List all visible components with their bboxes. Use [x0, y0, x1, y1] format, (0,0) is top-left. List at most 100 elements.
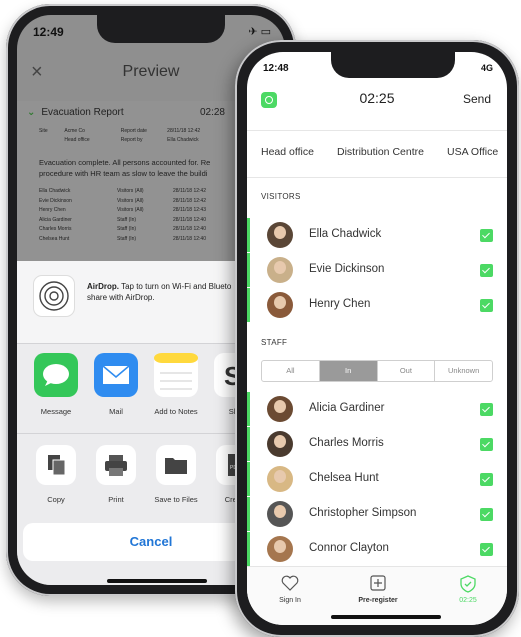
entry-type: Staff (In) [117, 235, 137, 242]
staff-row[interactable]: Connor Clayton [247, 532, 507, 566]
avatar [267, 222, 293, 248]
report-title-row: ⌄ Evacuation Report [27, 107, 124, 118]
entry-name: Chelsea Hunt [39, 235, 70, 242]
entry-name: Evie Dickinson [39, 197, 72, 204]
visitor-row[interactable]: Evie Dickinson [247, 253, 507, 287]
staff-row[interactable]: Chelsea Hunt [247, 462, 507, 496]
back-notch [97, 15, 225, 43]
staff-filter: All In Out Unknown [261, 360, 493, 382]
front-phone-screen: 12:48 4G 02:25 Send Head office Distribu… [247, 52, 507, 625]
home-indicator [331, 615, 441, 619]
filter-unknown[interactable]: Unknown [435, 361, 492, 381]
entry-time: 28/11/18 12:43 [173, 207, 206, 213]
staff-name: Charles Morris [309, 437, 384, 449]
meta-site-value: Acme Co [64, 128, 85, 134]
visitor-row[interactable]: Henry Chen [247, 288, 507, 322]
front-notch [331, 52, 455, 78]
staff-heading: STAFF [261, 338, 288, 347]
checkbox-icon[interactable] [480, 543, 493, 556]
message-icon [34, 353, 78, 397]
action-label: Copy [47, 495, 65, 504]
visitor-name: Henry Chen [309, 298, 371, 310]
entry-type: Staff (In) [117, 226, 137, 232]
entry-name: Henry Chen [39, 207, 66, 213]
share-app-notes[interactable]: Add to Notes [147, 353, 205, 416]
entry-time: 28/11/18 12:42 [173, 197, 206, 204]
staff-name: Chelsea Hunt [309, 472, 379, 484]
avatar [267, 431, 293, 457]
report-entry: Alicia Gardiner Staff (In) 28/11/18 12:40 [39, 216, 206, 226]
share-app-message[interactable]: Message [27, 353, 85, 416]
entry-name: Charles Morris [39, 226, 72, 232]
filter-all[interactable]: All [262, 361, 320, 381]
filter-in[interactable]: In [319, 361, 378, 381]
tab-head-office[interactable]: Head office [261, 146, 314, 158]
row-accent [247, 218, 250, 252]
nav-sign-in[interactable]: Sign In [255, 575, 325, 604]
airdrop-title: AirDrop. [87, 282, 119, 291]
meta-office: Head office [64, 137, 90, 143]
report-entry: Ella Chadwick Visitors (All) 28/11/18 12:4… [39, 187, 206, 197]
action-save-files[interactable]: Save to Files [147, 445, 205, 504]
staff-row[interactable]: Christopher Simpson [247, 497, 507, 531]
airdrop-desc: Tap to turn on Wi-Fi and Blueto [121, 282, 232, 291]
staff-row[interactable]: Charles Morris [247, 427, 507, 461]
meta-by-value: Ella Chadwick [167, 137, 199, 143]
nav-label: 02:25 [459, 597, 477, 604]
visitor-row[interactable]: Ella Chadwick [247, 218, 507, 252]
front-phone: 12:48 4G 02:25 Send Head office Distribu… [235, 40, 519, 637]
top-bar: 02:25 Send [247, 86, 507, 122]
checkbox-icon[interactable] [480, 299, 493, 312]
action-copy[interactable]: Copy [27, 445, 85, 504]
report-entry: Chelsea Hunt Staff (In) 28/11/18 12:40 [39, 235, 206, 245]
filter-out[interactable]: Out [378, 361, 436, 381]
airdrop-icon [33, 275, 75, 317]
report-time: 02:28 [199, 107, 225, 118]
row-accent [247, 497, 250, 531]
report-title: Evacuation Report [41, 107, 124, 118]
nav-timer[interactable]: 02:25 [433, 575, 503, 604]
nav-pre-register[interactable]: Pre-register [343, 575, 413, 604]
visitor-name: Ella Chadwick [309, 228, 382, 240]
checkbox-icon[interactable] [480, 264, 493, 277]
tab-distribution-centre[interactable]: Distribution Centre [337, 146, 424, 158]
shield-icon [433, 575, 503, 595]
share-app-label: Add to Notes [154, 407, 198, 416]
action-print[interactable]: Print [87, 445, 145, 504]
share-app-mail[interactable]: Mail [87, 353, 145, 416]
row-accent [247, 462, 250, 496]
report-entry: Charles Morris Staff (In) 28/11/18 12:40 [39, 225, 206, 235]
staff-name: Alicia Gardiner [309, 402, 385, 414]
entry-time: 28/11/18 12:40 [173, 235, 206, 242]
share-app-label: Message [40, 407, 72, 416]
chevron-down-icon: ⌄ [27, 107, 36, 118]
checkbox-icon[interactable] [480, 473, 493, 486]
airdrop-desc2: share with AirDrop. [87, 293, 155, 302]
meta-site-label: Site [39, 128, 48, 134]
avatar [267, 396, 293, 422]
entry-type: Visitors (All) [117, 207, 144, 213]
checkbox-icon[interactable] [480, 403, 493, 416]
nav-label: Pre-register [358, 597, 398, 604]
entry-name: Ella Chadwick [39, 188, 71, 194]
avatar [267, 466, 293, 492]
row-accent [247, 253, 250, 287]
entry-type: Visitors (All) [117, 197, 144, 204]
checkbox-icon[interactable] [480, 229, 493, 242]
heart-icon [255, 575, 325, 595]
status-icons: ✈ ▭ [248, 26, 271, 38]
report-entry: Henry Chen Visitors (All) 28/11/18 12:43 [39, 206, 206, 216]
avatar [267, 501, 293, 527]
send-button[interactable]: Send [463, 92, 491, 106]
staff-row[interactable]: Alicia Gardiner [247, 392, 507, 426]
tab-usa-office[interactable]: USA Office [447, 146, 498, 158]
notes-icon [154, 353, 198, 397]
checkbox-icon[interactable] [480, 438, 493, 451]
checkbox-icon[interactable] [480, 508, 493, 521]
meta-date-label: Report date [120, 128, 147, 134]
add-icon [343, 575, 413, 595]
avatar [267, 292, 293, 318]
bottom-nav: Sign In Pre-register 02:25 [247, 566, 507, 625]
visitor-name: Evie Dickinson [309, 263, 385, 275]
meta-date-value: 28/11/18 12:42 [167, 128, 201, 134]
